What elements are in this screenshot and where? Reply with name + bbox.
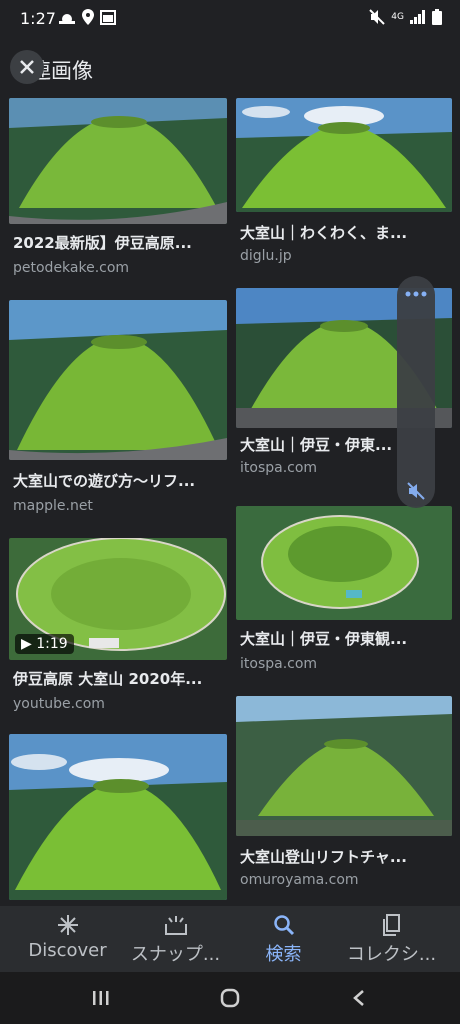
- bottom-navigation: Discover スナップ... 検索 コレクシ...: [0, 906, 460, 972]
- battery-icon: [432, 9, 442, 25]
- nav-snapshot[interactable]: スナップ...: [118, 906, 233, 972]
- result-thumbnail[interactable]: [236, 98, 452, 212]
- back-icon[interactable]: [352, 989, 366, 1007]
- result-thumbnail[interactable]: [9, 734, 227, 900]
- asterisk-icon: [57, 915, 78, 935]
- mute-icon: [369, 9, 386, 25]
- collections-icon: [382, 914, 400, 936]
- result-card[interactable]: ▶ 1:19 伊豆高原 大室山 2020年... youtube.com: [9, 538, 227, 724]
- status-bar: 1:27 4G: [0, 0, 460, 38]
- video-duration-badge: ▶ 1:19: [15, 634, 74, 654]
- result-source: mapple.net: [13, 498, 93, 514]
- nav-label: スナップ...: [130, 944, 221, 965]
- play-icon: ▶: [21, 636, 37, 652]
- result-card[interactable]: 2022最新版】伊豆高原... petodekake.com: [9, 98, 227, 284]
- result-thumbnail[interactable]: [9, 300, 227, 460]
- nav-label: コレクシ...: [346, 944, 437, 965]
- nav-label: 検索: [265, 944, 302, 965]
- result-card[interactable]: [9, 734, 227, 906]
- close-button[interactable]: [10, 50, 44, 84]
- nav-label: Discover: [28, 940, 107, 961]
- result-title[interactable]: 大室山｜伊豆・伊東観...: [240, 628, 448, 649]
- result-source: itospa.com: [240, 460, 318, 476]
- weather-icon: [59, 14, 75, 24]
- result-card[interactable]: 大室山｜わくわく、ま... diglu.jp: [236, 98, 452, 270]
- result-card[interactable]: 大室山｜伊豆・伊東観... itospa.com: [236, 506, 452, 682]
- result-title[interactable]: 大室山｜わくわく、ま...: [240, 222, 448, 243]
- nav-collections[interactable]: コレクシ...: [334, 906, 449, 972]
- signal-icon: [410, 10, 425, 24]
- header: 連画像: [0, 38, 460, 96]
- image-results-grid: 2022最新版】伊豆高原... petodekake.com 大室山｜わくわく、…: [0, 96, 460, 906]
- result-source: omuroyama.com: [240, 872, 359, 888]
- result-title[interactable]: 大室山登山リフトチャ...: [240, 846, 448, 867]
- mute-icon[interactable]: [407, 482, 425, 500]
- result-thumbnail[interactable]: [236, 506, 452, 620]
- snapshot-icon: [164, 916, 187, 935]
- system-navigation-bar: [0, 972, 460, 1024]
- close-icon: [20, 60, 34, 74]
- result-thumbnail[interactable]: [9, 98, 227, 224]
- result-card[interactable]: 大室山での遊び方〜リフ... mapple.net: [9, 300, 227, 516]
- calendar-icon: [100, 10, 116, 25]
- location-icon: [82, 9, 94, 25]
- search-icon: [273, 915, 294, 936]
- result-source: youtube.com: [13, 696, 105, 712]
- nav-discover[interactable]: Discover: [10, 906, 125, 972]
- status-time: 1:27: [20, 9, 56, 28]
- result-title[interactable]: 大室山での遊び方〜リフ...: [13, 470, 225, 491]
- video-duration: 1:19: [36, 636, 68, 652]
- volume-panel[interactable]: [397, 276, 435, 508]
- home-icon[interactable]: [220, 988, 240, 1008]
- result-source: petodekake.com: [13, 260, 130, 276]
- nav-search[interactable]: 検索: [226, 906, 341, 972]
- result-source: diglu.jp: [240, 248, 292, 264]
- result-title[interactable]: 大室山｜伊豆・伊東...: [240, 434, 410, 455]
- network-type: 4G: [391, 12, 404, 22]
- more-options-icon[interactable]: [404, 290, 428, 298]
- result-title[interactable]: 2022最新版】伊豆高原...: [13, 232, 225, 253]
- result-card[interactable]: 大室山登山リフトチャ... omuroyama.com: [236, 696, 452, 892]
- result-title[interactable]: 伊豆高原 大室山 2020年...: [13, 668, 225, 689]
- result-thumbnail[interactable]: [236, 696, 452, 836]
- result-source: itospa.com: [240, 656, 318, 672]
- recent-apps-icon[interactable]: [92, 990, 110, 1006]
